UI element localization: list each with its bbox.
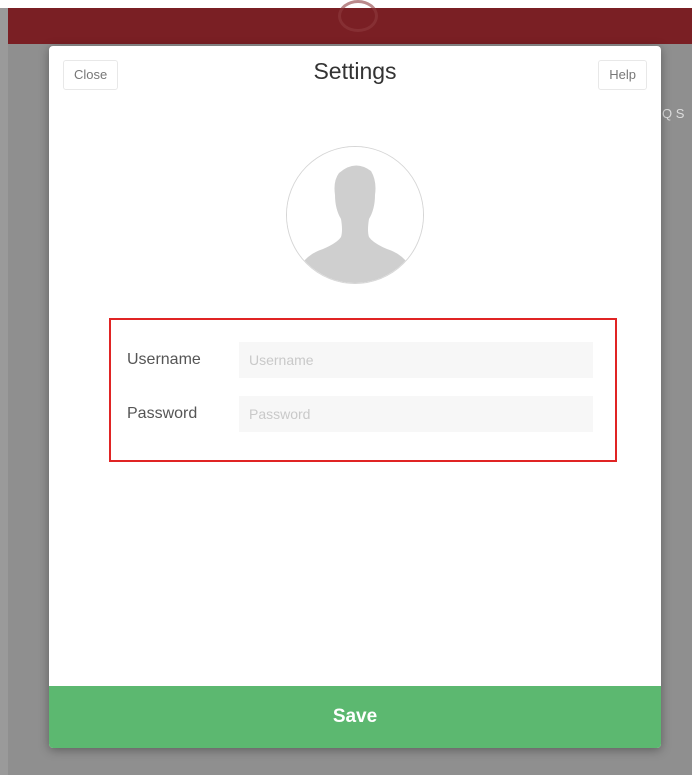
modal-title: Settings <box>313 58 397 84</box>
username-input[interactable] <box>239 342 593 378</box>
modal-header: Close Settings Help <box>49 46 661 102</box>
background-search-hint: Q S <box>662 106 685 121</box>
person-silhouette-icon <box>287 147 423 283</box>
password-row: Password <box>111 396 615 432</box>
username-label: Username <box>127 351 201 368</box>
app-header <box>8 0 692 44</box>
save-button[interactable]: Save <box>49 686 661 748</box>
username-row: Username <box>111 342 615 378</box>
logo-icon <box>338 0 378 32</box>
help-button[interactable]: Help <box>598 60 647 90</box>
password-label: Password <box>127 405 198 422</box>
login-form-highlight: Username Password <box>109 318 617 462</box>
settings-modal: Close Settings Help Username Password Sa… <box>49 46 661 748</box>
avatar[interactable] <box>286 146 424 284</box>
password-input[interactable] <box>239 396 593 432</box>
